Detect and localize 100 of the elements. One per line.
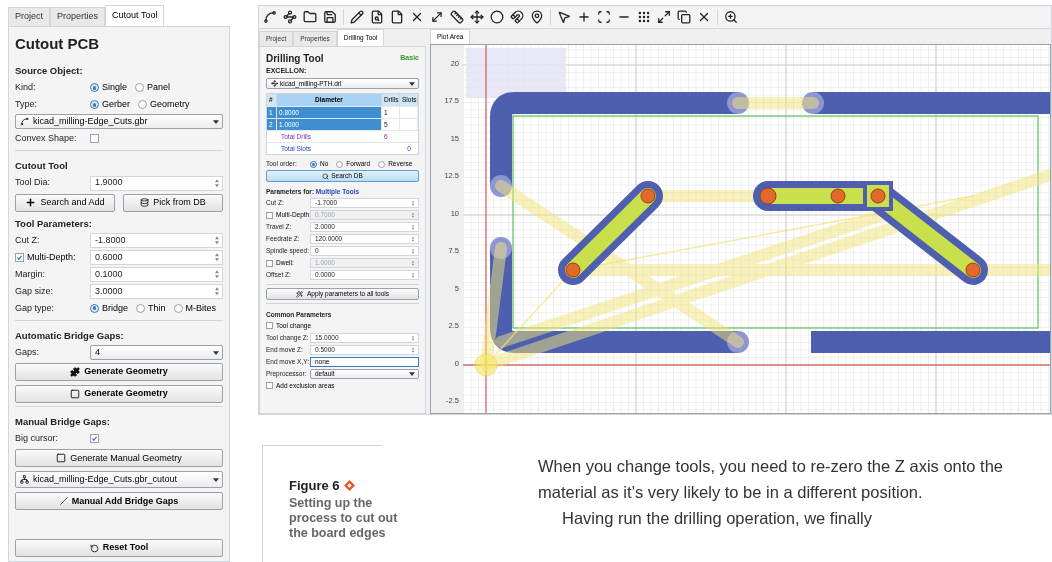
- checkbox[interactable]: [266, 322, 273, 330]
- spinner-arrows-icon[interactable]: [214, 286, 220, 297]
- plus-icon: [25, 197, 37, 208]
- radio-button[interactable]: [90, 83, 99, 93]
- wand-icon: [296, 290, 303, 298]
- checkbox[interactable]: [90, 134, 99, 144]
- spinner-arrows-icon[interactable]: [410, 223, 416, 231]
- spin-field[interactable]: 0.6000: [90, 249, 223, 265]
- line-icon: [59, 497, 68, 506]
- radio-label: Thin: [148, 301, 166, 315]
- spinner-arrows-icon[interactable]: [410, 346, 416, 353]
- dropdown-caret-icon: [409, 371, 415, 376]
- spinner-arrows-icon[interactable]: [214, 269, 220, 280]
- panel-title: Cutout PCB: [15, 33, 101, 54]
- curve-tool-icon[interactable]: [263, 10, 277, 24]
- field-label: Tool Dia:: [15, 176, 51, 190]
- radio-label: Bridge: [102, 301, 128, 315]
- checkbox[interactable]: [266, 382, 273, 390]
- points-icon[interactable]: [283, 10, 297, 24]
- file-icon[interactable]: [390, 10, 404, 24]
- radio-label: M-Bites: [185, 301, 217, 315]
- magnet-icon[interactable]: [510, 10, 524, 24]
- radio-button[interactable]: [90, 303, 99, 313]
- radio-button[interactable]: [90, 100, 99, 110]
- section-heading: Tool Parameters:: [15, 216, 93, 231]
- copy-icon[interactable]: [677, 10, 691, 24]
- section-heading: Automatic Bridge Gaps:: [15, 328, 125, 343]
- radio-button[interactable]: [310, 160, 317, 168]
- spinner-arrows-icon[interactable]: [214, 177, 220, 189]
- radio-label: Panel: [147, 81, 171, 94]
- dropdown[interactable]: kicad_milling-Edge_Cuts.gbr: [15, 114, 223, 130]
- radio-button[interactable]: [138, 100, 147, 110]
- spinner-arrows-icon[interactable]: [214, 235, 220, 246]
- close-icon[interactable]: [410, 10, 424, 24]
- field-label: Cut Z:: [15, 233, 41, 247]
- freeform-shape-icon: [70, 367, 81, 377]
- spin-field[interactable]: 3.0000: [90, 283, 223, 299]
- tab[interactable]: Project: [8, 7, 50, 26]
- ruler-icon[interactable]: [450, 10, 464, 24]
- checkbox[interactable]: [15, 252, 24, 262]
- tool-button[interactable]: Search and Add: [15, 193, 115, 212]
- reset-tool-button[interactable]: Reset Tool: [15, 539, 223, 557]
- radio-button[interactable]: [173, 303, 183, 313]
- spinner-arrows-icon[interactable]: [410, 235, 416, 243]
- pencil-icon[interactable]: [350, 10, 364, 24]
- radio-label: Single: [102, 81, 128, 94]
- expand-icon[interactable]: [657, 10, 671, 24]
- figure-caption: Setting up the process to cut out the board edges: [289, 495, 399, 541]
- spinner-arrows-icon[interactable]: [410, 259, 416, 267]
- scan-icon[interactable]: [597, 10, 611, 24]
- folder-icon[interactable]: [303, 10, 317, 24]
- tab[interactable]: Cutout Tool: [105, 5, 165, 26]
- rectangle-icon: [70, 389, 81, 399]
- checkbox[interactable]: [266, 259, 273, 267]
- section-heading: Manual Bridge Gaps:: [15, 415, 111, 429]
- spinner-arrows-icon[interactable]: [410, 334, 416, 341]
- dropdown[interactable]: 4: [90, 345, 223, 360]
- manual-add-bridge-gaps-button[interactable]: Manual Add Bridge Gaps: [15, 492, 223, 511]
- spinner-arrows-icon[interactable]: [410, 271, 416, 279]
- radio-button[interactable]: [378, 160, 386, 168]
- spinner-arrows-icon[interactable]: [410, 199, 416, 207]
- spinner-arrows-icon[interactable]: [410, 211, 416, 219]
- spin-field[interactable]: 1.9000: [90, 175, 223, 191]
- file-search-icon[interactable]: [370, 10, 384, 24]
- generate-geometry-button[interactable]: Generate Geometry: [15, 363, 223, 381]
- radio-button[interactable]: [136, 303, 145, 313]
- zoom-icon[interactable]: [724, 10, 738, 24]
- field-label: Convex Shape:: [15, 132, 78, 145]
- dropdown[interactable]: kicad_milling-Edge_Cuts.gbr_cutout: [15, 471, 223, 489]
- field-label: Gap type:: [15, 301, 56, 315]
- save-icon[interactable]: [323, 10, 337, 24]
- plus-icon[interactable]: [577, 10, 591, 24]
- pointer-icon[interactable]: [557, 10, 571, 24]
- move-icon[interactable]: [470, 10, 484, 24]
- circle-icon[interactable]: [490, 10, 504, 24]
- spin-field[interactable]: -1.8000: [90, 232, 223, 248]
- checkbox[interactable]: [90, 434, 99, 444]
- field-label: Multi-Depth:: [27, 250, 76, 264]
- field-label: Type:: [15, 98, 38, 111]
- dropdown-caret-icon: [213, 477, 219, 482]
- radio-button[interactable]: [336, 160, 344, 168]
- dots-grid-icon[interactable]: [637, 10, 651, 24]
- dropdown-caret-icon: [409, 81, 415, 86]
- spinner-arrows-icon[interactable]: [214, 252, 220, 263]
- spin-field[interactable]: 0.1000: [90, 266, 223, 282]
- spinner-arrows-icon[interactable]: [410, 247, 416, 255]
- radio-button[interactable]: [135, 83, 145, 93]
- pin-icon[interactable]: [530, 10, 544, 24]
- close-icon[interactable]: [697, 10, 711, 24]
- field-label: Gap size:: [15, 284, 55, 298]
- rectangle-icon: [56, 453, 67, 464]
- generate-manual-geometry-button[interactable]: Generate Manual Geometry: [15, 449, 223, 468]
- section-heading: Cutout Tool: [15, 159, 69, 174]
- diagonal-arrow-icon[interactable]: [430, 10, 444, 24]
- checkbox[interactable]: [266, 211, 273, 219]
- tool-button[interactable]: Pick from DB: [123, 193, 223, 212]
- dropdown-caret-icon: [213, 350, 219, 355]
- tab[interactable]: Properties: [50, 7, 106, 26]
- search-icon: [322, 172, 330, 180]
- generate-geometry-button[interactable]: Generate Geometry: [15, 385, 223, 403]
